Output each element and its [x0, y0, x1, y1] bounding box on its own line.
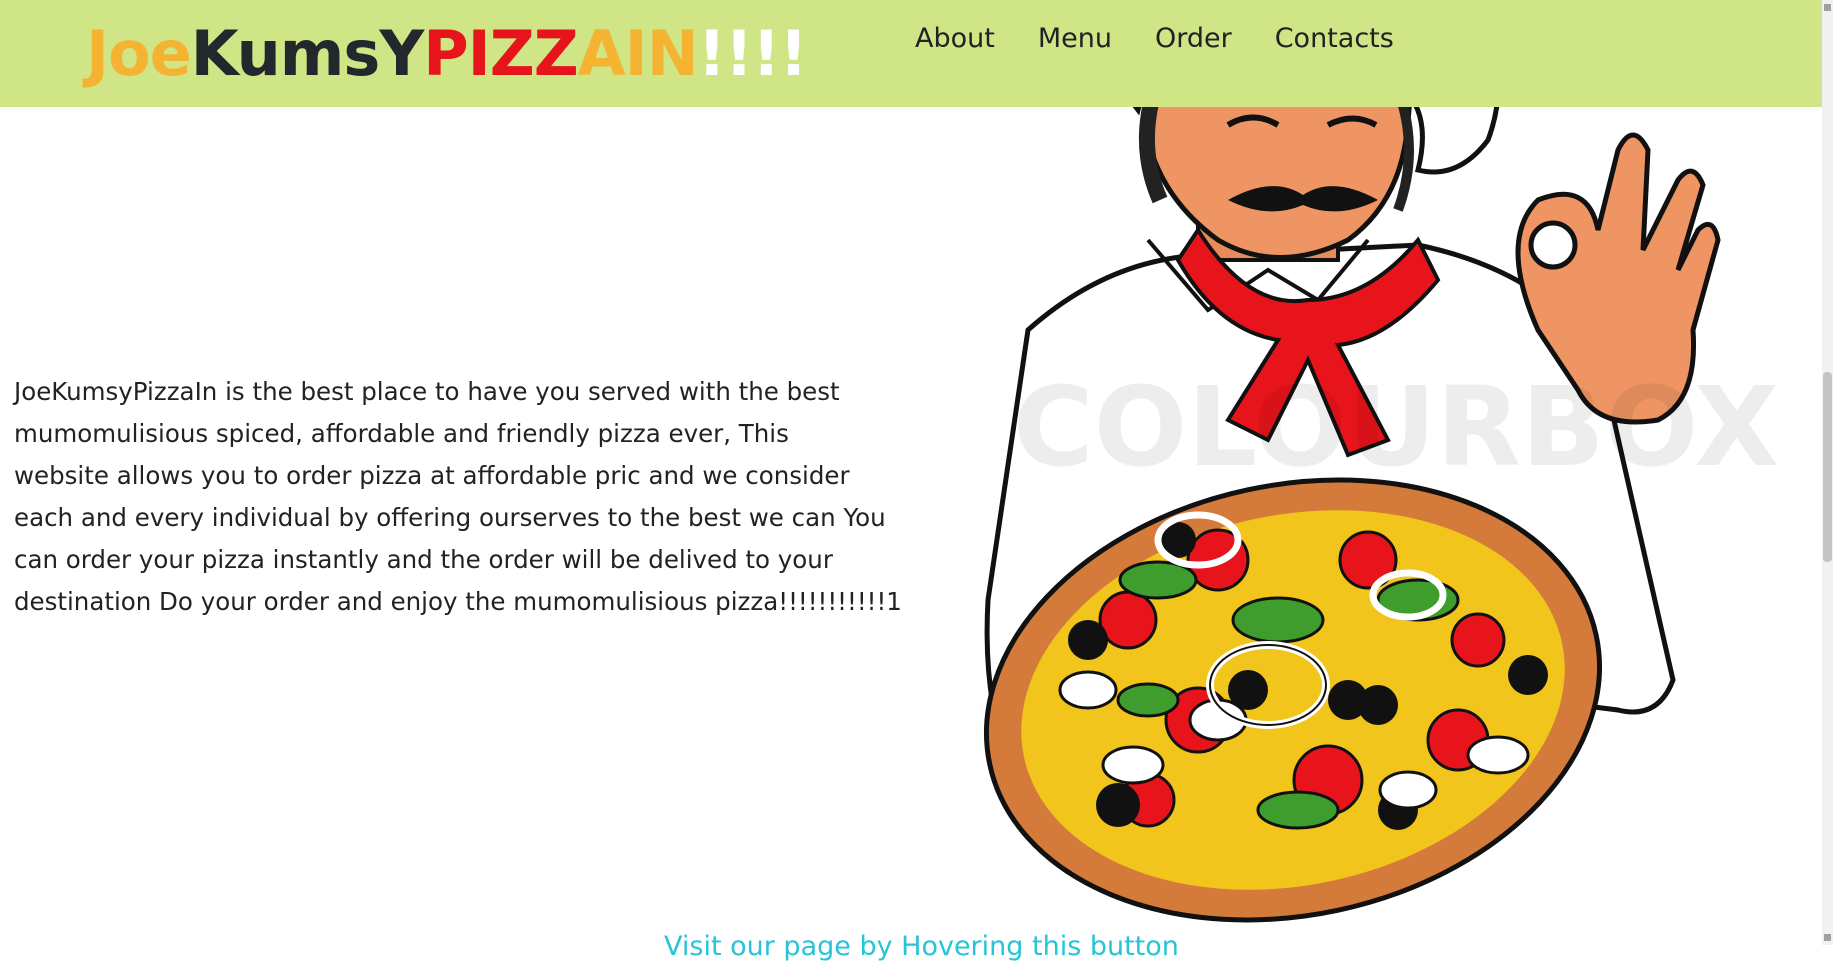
hero-line: JoeKumsyPizzaIn is the best place to hav… [14, 377, 840, 406]
brand-part-kums: Kums [190, 17, 381, 90]
brand-part-pizz: PIZZ [423, 17, 578, 90]
hero-line: each and every individual by offering ou… [14, 503, 886, 532]
nav-menu: About Menu Order Contacts [915, 22, 1394, 56]
chef-with-pizza-illustration: COLOURBOX [983, 0, 1779, 923]
nav-link-menu[interactable]: Menu [1038, 22, 1112, 56]
hero-line: website allows you to order pizza at aff… [14, 461, 850, 490]
brand-part-exclaim: !!!! [697, 17, 808, 90]
scroll-thumb[interactable] [1823, 372, 1832, 562]
brand-logo[interactable]: JoeKumsYPIZZAIN!!!! [86, 17, 808, 90]
hero-line: mumomulisious spiced, affordable and fri… [14, 419, 789, 448]
brand-part-ain: AIN [577, 17, 699, 90]
brand-part-joe: Joe [86, 17, 192, 90]
hero-line: can order your pizza instantly and the o… [14, 545, 833, 574]
page-scrollbar[interactable] [1822, 0, 1833, 945]
hero-line: destination Do your order and enjoy the … [14, 587, 902, 616]
brand-part-y: Y [379, 17, 424, 90]
navbar: JoeKumsYPIZZAIN!!!! About Menu Order Con… [0, 0, 1833, 107]
hero-description: JoeKumsyPizzaIn is the best place to hav… [14, 371, 914, 623]
nav-link-about[interactable]: About [915, 22, 995, 56]
scroll-down-arrow-icon[interactable] [1824, 934, 1831, 941]
nav-link-contacts[interactable]: Contacts [1275, 22, 1394, 56]
nav-link-order[interactable]: Order [1155, 22, 1232, 56]
scroll-up-arrow-icon[interactable] [1824, 4, 1831, 11]
image-watermark: COLOURBOX [1013, 363, 1779, 491]
